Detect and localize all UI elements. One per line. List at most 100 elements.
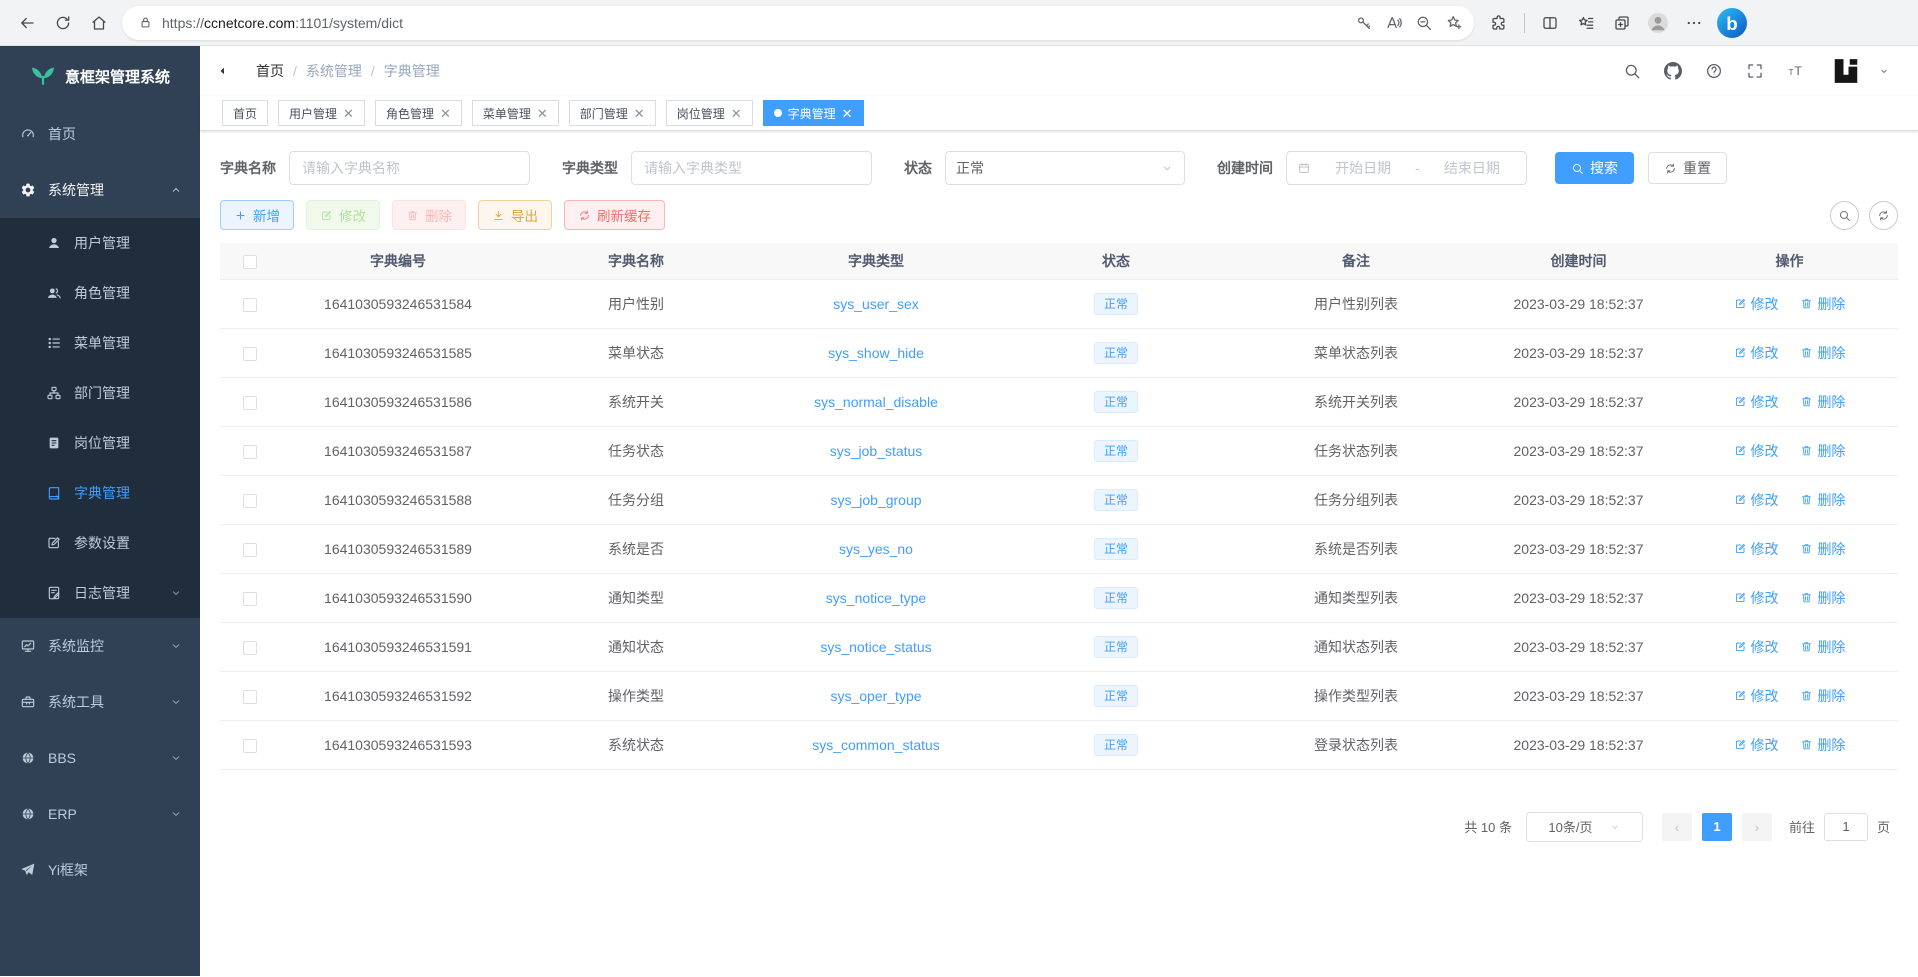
lock-icon[interactable] [134,12,156,34]
tab-dict-mgmt[interactable]: 字典管理 ✕ [763,100,864,126]
row-edit-button[interactable]: 修改 [1734,441,1779,461]
modify-button[interactable]: 修改 [306,200,380,230]
export-button[interactable]: 导出 [478,200,552,230]
tab-close-icon[interactable]: ✕ [440,107,451,120]
dict-type-link[interactable]: sys_yes_no [839,541,913,557]
row-edit-button[interactable]: 修改 [1734,490,1779,510]
row-delete-button[interactable]: 删除 [1800,392,1845,412]
row-delete-button[interactable]: 删除 [1800,294,1845,314]
dict-type-link[interactable]: sys_user_sex [833,296,919,312]
dict-type-link[interactable]: sys_job_group [830,492,921,508]
breadcrumb-home[interactable]: 首页 [256,61,284,81]
page-size-select[interactable]: 10条/页 [1526,812,1643,842]
sidebar-item-dept-mgmt[interactable]: 部门管理 [0,368,200,418]
tab-user-mgmt[interactable]: 用户管理 ✕ [278,100,365,126]
row-edit-button[interactable]: 修改 [1734,392,1779,412]
current-page-button[interactable]: 1 [1702,813,1732,841]
sidebar-item-bbs[interactable]: BBS [0,730,200,786]
address-bar[interactable]: https://ccnetcore.com:1101/system/dict [122,6,1474,40]
sidebar-item-erp[interactable]: ERP [0,786,200,842]
row-checkbox[interactable] [243,739,257,753]
user-avatar[interactable] [1831,56,1861,86]
sidebar-item-role-mgmt[interactable]: 角色管理 [0,268,200,318]
refresh-cache-button[interactable]: 刷新缓存 [564,200,665,230]
sidebar-item-log-mgmt[interactable]: 日志管理 [0,568,200,618]
row-checkbox[interactable] [243,396,257,410]
breadcrumb-system[interactable]: 系统管理 [306,61,362,81]
sidebar-item-home[interactable]: 首页 [0,106,200,162]
tab-role-mgmt[interactable]: 角色管理 ✕ [375,100,462,126]
row-checkbox[interactable] [243,641,257,655]
goto-page-input[interactable] [1824,813,1868,841]
row-checkbox[interactable] [243,445,257,459]
row-edit-button[interactable]: 修改 [1734,343,1779,363]
github-icon[interactable] [1661,59,1685,83]
row-edit-button[interactable]: 修改 [1734,637,1779,657]
collections-icon[interactable] [1605,6,1639,40]
sidebar-toggle-icon[interactable] [218,60,240,82]
row-edit-button[interactable]: 修改 [1734,539,1779,559]
search-icon[interactable] [1620,59,1644,83]
sidebar-item-system-monitor[interactable]: 系统监控 [0,618,200,674]
refresh-table-button[interactable] [1869,201,1898,230]
reset-button[interactable]: 重置 [1648,152,1727,184]
prev-page-button[interactable]: ‹ [1662,813,1692,841]
dict-type-link[interactable]: sys_common_status [812,737,940,753]
row-checkbox[interactable] [243,592,257,606]
tab-close-icon[interactable]: ✕ [731,107,742,120]
row-checkbox[interactable] [243,347,257,361]
sidebar-item-param-settings[interactable]: 参数设置 [0,518,200,568]
sidebar-item-dict-mgmt[interactable]: 字典管理 [0,468,200,518]
row-checkbox[interactable] [243,690,257,704]
search-button[interactable]: 搜索 [1555,152,1634,184]
row-delete-button[interactable]: 删除 [1800,343,1845,363]
tab-close-icon[interactable]: ✕ [634,107,645,120]
row-edit-button[interactable]: 修改 [1734,588,1779,608]
row-delete-button[interactable]: 删除 [1800,588,1845,608]
row-delete-button[interactable]: 删除 [1800,441,1845,461]
tab-close-icon[interactable]: ✕ [343,107,354,120]
key-icon[interactable] [1350,9,1378,37]
tab-close-icon[interactable]: ✕ [842,107,853,120]
dict-type-link[interactable]: sys_notice_type [826,590,926,606]
row-checkbox[interactable] [243,543,257,557]
profile-icon[interactable] [1641,6,1675,40]
fullscreen-icon[interactable] [1743,59,1767,83]
dict-type-link[interactable]: sys_show_hide [828,345,924,361]
tab-post-mgmt[interactable]: 岗位管理 ✕ [666,100,753,126]
row-edit-button[interactable]: 修改 [1734,686,1779,706]
extensions-icon[interactable] [1482,6,1516,40]
show-search-toggle-button[interactable] [1830,201,1859,230]
dict-type-link[interactable]: sys_oper_type [830,688,921,704]
reload-icon[interactable] [46,6,80,40]
sidebar-item-system-mgmt[interactable]: 系统管理 [0,162,200,218]
delete-button[interactable]: 删除 [392,200,466,230]
row-delete-button[interactable]: 删除 [1800,539,1845,559]
select-all-checkbox[interactable] [243,255,257,269]
app-logo[interactable]: 意框架管理系统 [0,46,200,106]
row-delete-button[interactable]: 删除 [1800,637,1845,657]
dict-type-input[interactable] [631,151,872,185]
sidebar-item-menu-mgmt[interactable]: 菜单管理 [0,318,200,368]
url-text[interactable]: https://ccnetcore.com:1101/system/dict [162,15,1350,31]
sidebar-item-system-tools[interactable]: 系统工具 [0,674,200,730]
read-aloud-icon[interactable] [1380,9,1408,37]
dict-type-link[interactable]: sys_job_status [830,443,923,459]
back-icon[interactable] [10,6,44,40]
dict-name-input[interactable] [289,151,530,185]
add-button[interactable]: 新增 [220,200,294,230]
home-icon[interactable] [82,6,116,40]
tab-home[interactable]: 首页 [222,100,268,126]
question-icon[interactable] [1702,59,1726,83]
next-page-button[interactable]: › [1742,813,1772,841]
sidebar-item-yi-framework[interactable]: Yi框架 [0,842,200,898]
user-menu-caret-icon[interactable] [1878,65,1890,77]
bing-icon[interactable] [1717,8,1747,38]
favorite-add-icon[interactable] [1440,9,1468,37]
row-edit-button[interactable]: 修改 [1734,735,1779,755]
row-delete-button[interactable]: 删除 [1800,490,1845,510]
sidebar-item-user-mgmt[interactable]: 用户管理 [0,218,200,268]
split-screen-icon[interactable] [1533,6,1567,40]
dict-type-link[interactable]: sys_normal_disable [814,394,938,410]
row-checkbox[interactable] [243,494,257,508]
